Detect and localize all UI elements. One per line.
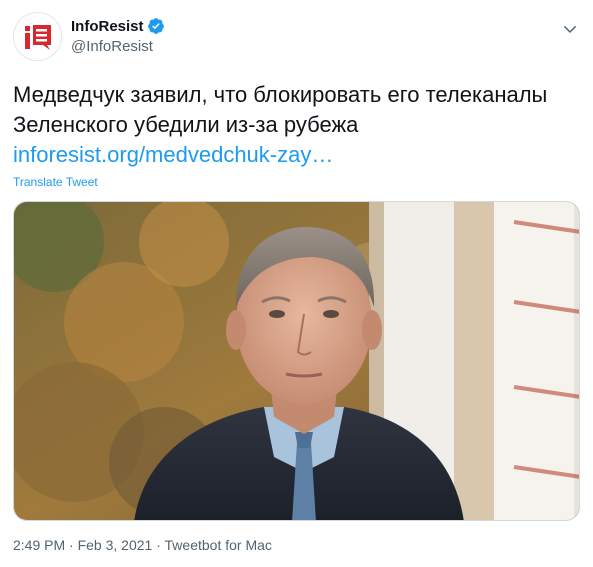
meta-separator: · [152, 537, 165, 553]
tweet-time[interactable]: 2:49 PM [13, 537, 65, 553]
tweet-photo[interactable] [13, 201, 580, 521]
tweet-source[interactable]: Tweetbot for Mac [165, 537, 272, 553]
inforesist-logo-icon [25, 25, 51, 50]
translate-tweet-link[interactable]: Translate Tweet [13, 175, 98, 189]
tweet-text-line: Медведчук заявил, что блокировать его те… [13, 82, 548, 107]
author-name-row[interactable]: InfoResist [71, 16, 165, 36]
chevron-down-icon[interactable] [561, 20, 579, 38]
tweet-metadata: 2:49 PM · Feb 3, 2021 · Tweetbot for Mac [13, 537, 272, 553]
author-handle[interactable]: @InfoResist [71, 38, 153, 55]
tweet-text-line: Зеленского убедили из-за рубежа [13, 112, 359, 137]
portrait-photo [14, 202, 579, 520]
author-display-name[interactable]: InfoResist [71, 18, 144, 35]
tweet-text: Медведчук заявил, что блокировать его те… [13, 80, 583, 170]
verified-badge-icon [147, 18, 164, 34]
tweet-link[interactable]: inforesist.org/medvedchuk-zay… [13, 142, 333, 167]
tweet: InfoResist @InfoResist Медведчук заявил,… [0, 0, 593, 567]
meta-separator: · [65, 537, 78, 553]
avatar[interactable] [13, 12, 62, 61]
tweet-date[interactable]: Feb 3, 2021 [78, 537, 153, 553]
